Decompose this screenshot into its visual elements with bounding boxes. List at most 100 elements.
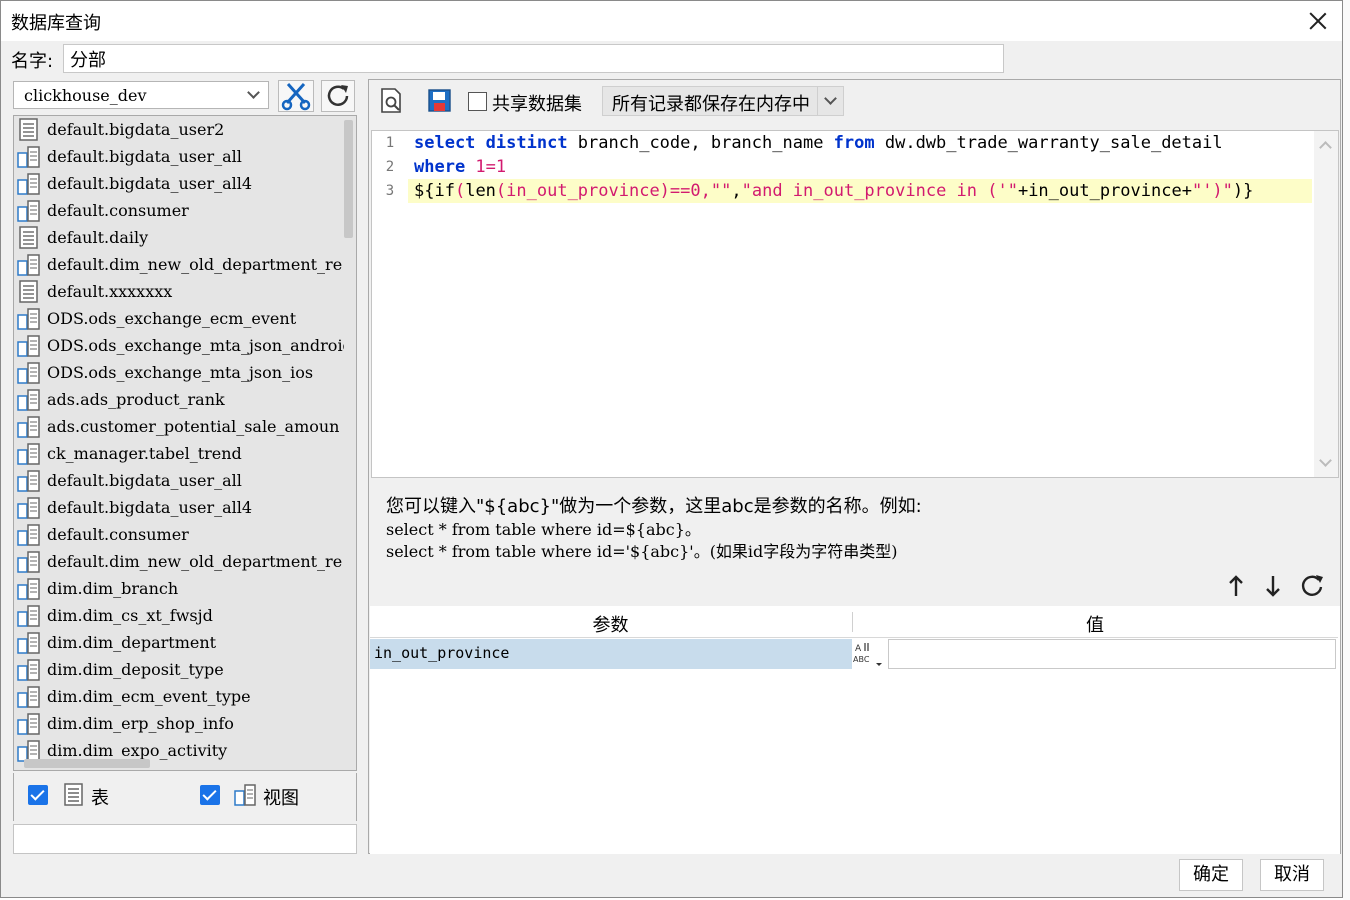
column-header-param: 参数 xyxy=(592,615,629,636)
list-item[interactable]: dim.dim_department xyxy=(14,629,344,656)
svg-text:ABC: ABC xyxy=(853,655,870,664)
table-name: default.bigdata_user_all4 xyxy=(47,498,253,517)
share-dataset-checkbox[interactable] xyxy=(468,92,487,111)
list-item[interactable]: ads.customer_potential_sale_amoun xyxy=(14,413,344,440)
table-search-input[interactable] xyxy=(13,824,357,854)
code-line: 1 select distinct branch_code, branch_na… xyxy=(372,131,1312,155)
move-up-button[interactable] xyxy=(1220,570,1252,602)
table-icon xyxy=(63,783,85,811)
preview-icon xyxy=(381,88,401,113)
list-item[interactable]: default.consumer xyxy=(14,521,344,548)
parameter-value-input[interactable] xyxy=(888,639,1336,669)
table-name: default.consumer xyxy=(47,525,189,544)
sql-text: (in_out_province) xyxy=(495,181,670,201)
table-icon xyxy=(17,117,41,142)
view-icon xyxy=(17,388,41,412)
horizontal-scrollbar[interactable] xyxy=(24,759,150,768)
sql-keyword: from xyxy=(833,133,875,153)
sql-string: "" xyxy=(710,181,732,201)
sql-text: , xyxy=(731,181,742,201)
view-icon xyxy=(17,550,41,574)
table-row[interactable]: in_out_province A ABC xyxy=(370,639,1338,669)
scroll-down-icon[interactable] xyxy=(1319,454,1332,467)
chevron-down-icon[interactable] xyxy=(240,82,268,108)
table-name: dim.dim_branch xyxy=(47,579,179,598)
table-name: default.daily xyxy=(47,228,149,247)
scissors-button[interactable] xyxy=(278,80,314,112)
table-name: ODS.ods_exchange_mta_json_android xyxy=(47,336,344,355)
list-item[interactable]: dim.dim_deposit_type xyxy=(14,656,344,683)
list-item[interactable]: ODS.ods_exchange_ecm_event xyxy=(14,305,344,332)
refresh-params-button[interactable] xyxy=(1296,570,1328,602)
name-input[interactable] xyxy=(63,44,1004,73)
list-item[interactable]: default.bigdata_user_all4 xyxy=(14,170,344,197)
table-name: dim.dim_erp_shop_info xyxy=(47,714,234,733)
list-item[interactable]: default.bigdata_user_all xyxy=(14,467,344,494)
list-item[interactable]: default.dim_new_old_department_re xyxy=(14,548,344,575)
table-icon xyxy=(17,279,41,304)
view-icon xyxy=(17,496,41,520)
list-item[interactable]: default.bigdata_user_all xyxy=(14,143,344,170)
editor-scrollbar[interactable] xyxy=(1314,131,1338,477)
list-item[interactable]: dim.dim_branch xyxy=(14,575,344,602)
close-button[interactable] xyxy=(1304,7,1332,35)
view-icon xyxy=(17,712,41,736)
table-filter-checkbox[interactable] xyxy=(28,785,48,805)
table-icon xyxy=(17,225,41,250)
sql-text: branch_code, branch_name xyxy=(567,133,834,153)
sql-keyword: select xyxy=(414,133,476,153)
hint-line: select * from table where id=${abc}。 xyxy=(386,520,701,539)
list-item[interactable]: dim.dim_ecm_event_type xyxy=(14,683,344,710)
save-button[interactable] xyxy=(425,86,455,116)
hint-line: 您可以键入"${abc}"做为一个参数，这里abc是参数的名称。例如: xyxy=(386,496,922,517)
table-name: dim.dim_expo_activity xyxy=(47,741,228,760)
table-type-filter: 表 视图 xyxy=(13,773,357,821)
list-item[interactable]: default.xxxxxxx xyxy=(14,278,344,305)
name-label: 名字: xyxy=(11,51,54,72)
connection-select[interactable]: clickhouse_dev xyxy=(13,81,269,109)
sql-string: "and in_out_province in ('" xyxy=(741,181,1018,201)
vertical-scrollbar[interactable] xyxy=(344,120,353,238)
table-name: dim.dim_department xyxy=(47,633,217,652)
list-item[interactable]: default.dim_new_old_department_re xyxy=(14,251,344,278)
preview-button[interactable] xyxy=(377,86,407,116)
move-down-button[interactable] xyxy=(1257,570,1289,602)
list-item[interactable]: ODS.ods_exchange_mta_json_ios xyxy=(14,359,344,386)
view-icon xyxy=(233,783,259,811)
line-number: 2 xyxy=(385,159,395,175)
table-name: default.bigdata_user_all xyxy=(47,471,242,490)
list-item[interactable]: dim.dim_cs_xt_fwsjd xyxy=(14,602,344,629)
view-icon xyxy=(17,523,41,547)
list-item[interactable]: default.bigdata_user2 xyxy=(14,116,344,143)
type-selector[interactable]: A ABC xyxy=(852,639,888,669)
memory-mode-select[interactable]: 所有记录都保存在内存中 xyxy=(602,86,844,116)
list-item[interactable]: ODS.ods_exchange_mta_json_android xyxy=(14,332,344,359)
table-list[interactable]: default.bigdata_user2 default.bigdata_use… xyxy=(13,115,357,771)
background-window-edge xyxy=(1343,0,1350,900)
view-filter-checkbox[interactable] xyxy=(200,785,220,805)
refresh-tables-button[interactable] xyxy=(321,80,355,112)
parameter-table: 参数 值 in_out_province A ABC xyxy=(370,606,1340,854)
query-panel: 共享数据集 所有记录都保存在内存中 1 select distinct bran… xyxy=(368,79,1341,854)
view-icon xyxy=(17,685,41,709)
chevron-down-icon[interactable] xyxy=(817,87,843,115)
table-name: default.consumer xyxy=(47,201,189,220)
view-icon xyxy=(17,199,41,223)
sql-number: 1=1 xyxy=(465,157,507,177)
ok-button[interactable]: 确定 xyxy=(1179,859,1243,891)
list-item[interactable]: dim.dim_erp_shop_info xyxy=(14,710,344,737)
query-toolbar: 共享数据集 所有记录都保存在内存中 xyxy=(369,80,1340,122)
table-name: dim.dim_cs_xt_fwsjd xyxy=(47,606,213,625)
scroll-up-icon[interactable] xyxy=(1319,141,1332,154)
list-item[interactable]: ads.ads_product_rank xyxy=(14,386,344,413)
list-item[interactable]: default.daily xyxy=(14,224,344,251)
view-icon xyxy=(17,469,41,493)
parameter-name: in_out_province xyxy=(370,639,852,669)
refresh-icon xyxy=(327,85,349,106)
sql-text: )} xyxy=(1232,181,1254,201)
list-item[interactable]: ck_manager.tabel_trend xyxy=(14,440,344,467)
sql-editor[interactable]: 1 select distinct branch_code, branch_na… xyxy=(371,130,1339,478)
list-item[interactable]: default.consumer xyxy=(14,197,344,224)
list-item[interactable]: default.bigdata_user_all4 xyxy=(14,494,344,521)
cancel-button[interactable]: 取消 xyxy=(1260,859,1324,891)
